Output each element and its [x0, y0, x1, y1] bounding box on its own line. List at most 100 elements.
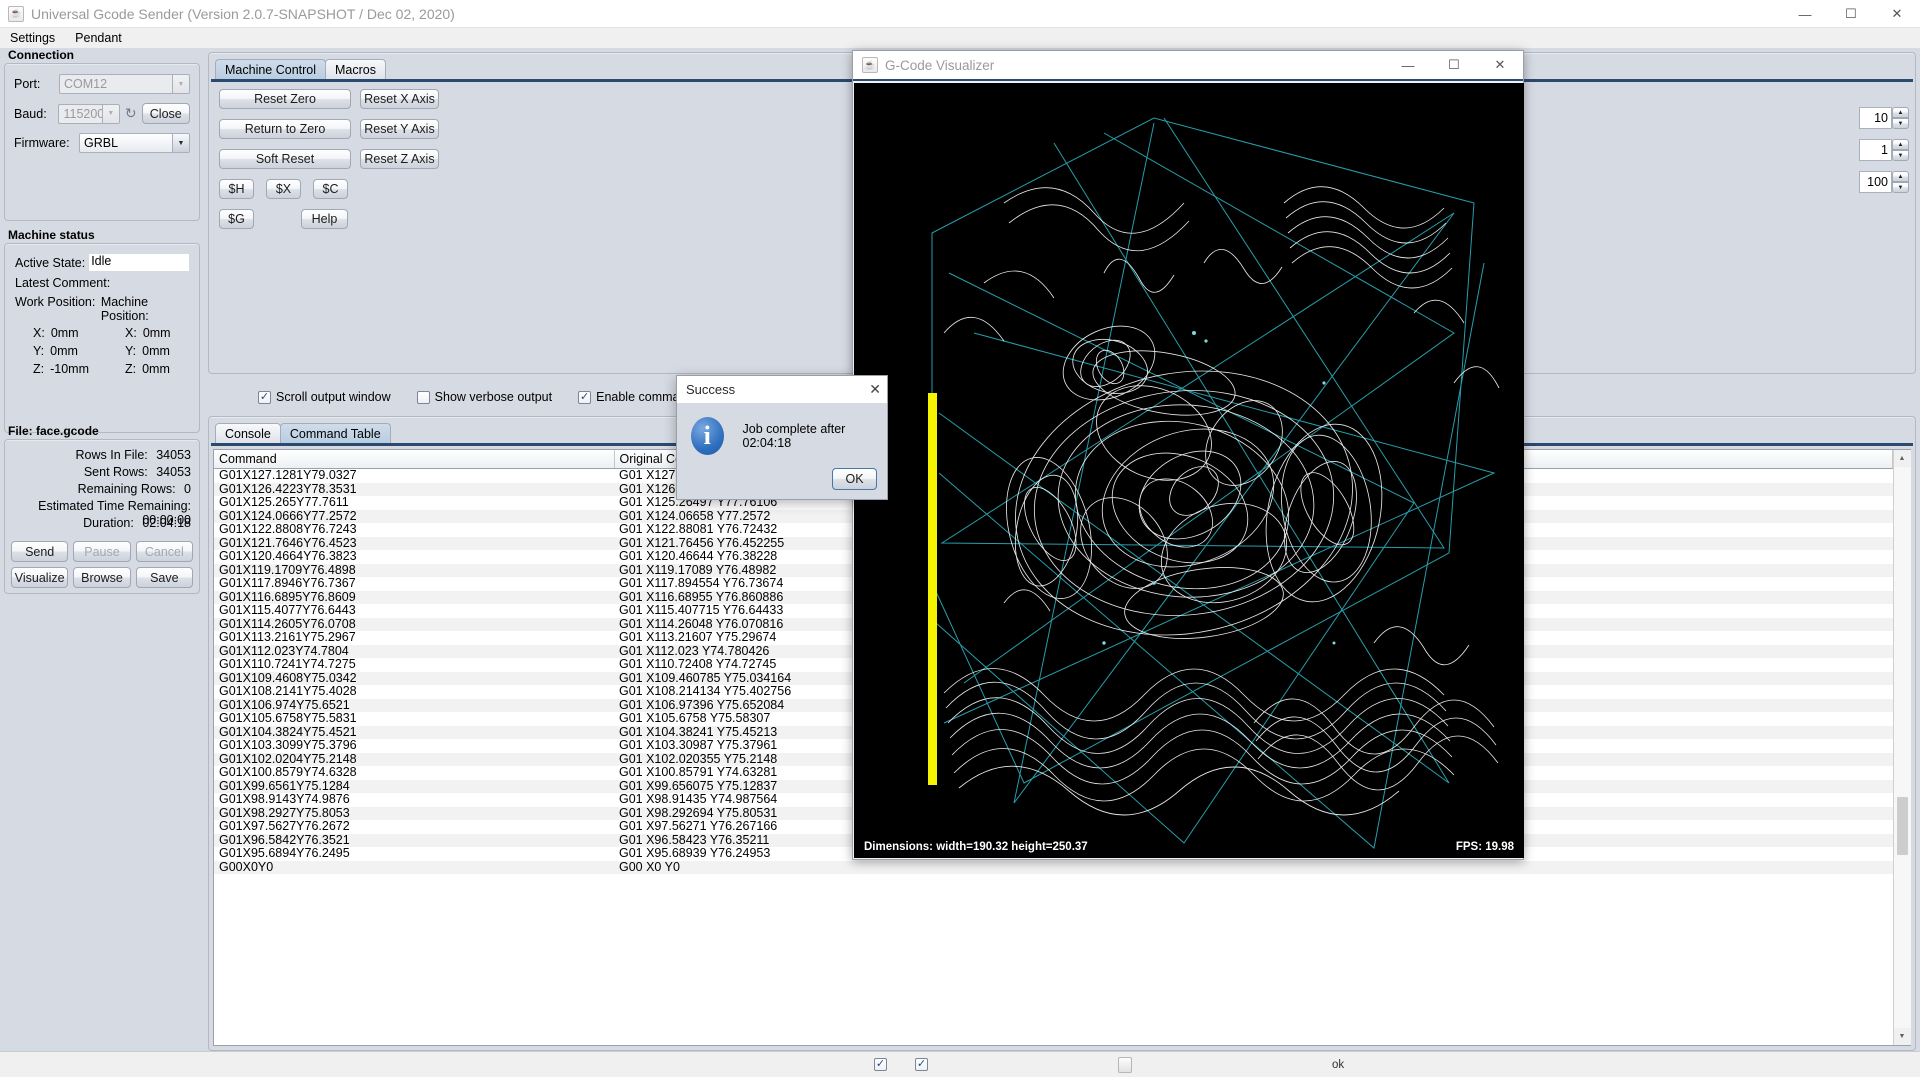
visualizer-minimize-icon[interactable]: — — [1385, 51, 1431, 79]
refresh-icon[interactable]: ↻ — [120, 105, 142, 122]
chevron-down-icon: ▼ — [172, 75, 189, 93]
machine-axis-y: Y: 0mm — [125, 344, 171, 362]
chevron-up-icon[interactable]: ▲ — [1892, 139, 1909, 150]
visualize-button[interactable]: Visualize — [11, 567, 69, 588]
cell-command: G01X117.8946Y76.7367 — [214, 577, 614, 591]
spinner-3-value[interactable]: 100 — [1859, 171, 1892, 193]
spinner-1-value[interactable]: 10 — [1859, 107, 1892, 129]
checkbox-icon[interactable]: ✓ — [578, 390, 592, 404]
checkbox-scroll-output-window[interactable]: ✓ Scroll output window — [258, 390, 391, 404]
return-to-zero-button[interactable]: Return to Zero — [219, 119, 351, 139]
spinner-1-arrows[interactable]: ▲ ▼ — [1892, 107, 1909, 129]
reset-z-axis-button[interactable]: Reset Z Axis — [360, 149, 439, 169]
send-button[interactable]: Send — [11, 541, 69, 562]
success-dialog-titlebar: Success ✕ — [677, 376, 887, 403]
axis-value: 0mm — [50, 326, 79, 340]
window-title: Universal Gcode Sender (Version 2.0.7-SN… — [31, 5, 455, 22]
help-button[interactable]: Help — [301, 209, 348, 229]
unlock-command-button[interactable]: $X — [266, 179, 301, 199]
file-title: File: face.gcode — [8, 424, 99, 438]
firmware-combo[interactable]: GRBL ▼ — [79, 133, 190, 153]
bottom-checkbox-1[interactable]: ✓ — [874, 1058, 887, 1071]
checkbox-icon[interactable] — [416, 390, 430, 404]
scrollbar-thumb[interactable] — [1896, 797, 1908, 855]
tab-console[interactable]: Console — [215, 423, 281, 443]
chevron-up-icon[interactable]: ▲ — [1893, 450, 1911, 467]
chevron-down-icon[interactable]: ▼ — [1892, 118, 1909, 129]
spinner-3-arrows[interactable]: ▲ ▼ — [1892, 171, 1909, 193]
window-titlebar: ☕ Universal Gcode Sender (Version 2.0.7-… — [0, 0, 1920, 28]
check-mode-command-button[interactable]: $C — [313, 179, 348, 199]
macro-row-1: $H $X $C — [219, 179, 439, 199]
save-button[interactable]: Save — [135, 567, 193, 588]
minimize-icon[interactable]: — — [1782, 0, 1828, 28]
success-dialog: Success ✕ i Job complete after 02:04:18 … — [676, 375, 888, 500]
stat-value: 34053 — [156, 448, 191, 462]
visualizer-canvas[interactable]: Dimensions: width=190.32 height=250.37 F… — [854, 83, 1524, 858]
bottom-checkbox-2[interactable]: ✓ — [915, 1058, 928, 1071]
chevron-down-icon[interactable]: ▼ — [1892, 150, 1909, 161]
scrollbar-track[interactable] — [1893, 467, 1911, 1028]
tab-macros[interactable]: Macros — [325, 59, 386, 79]
column-header-command[interactable]: Command — [214, 450, 615, 469]
home-command-button[interactable]: $H — [219, 179, 254, 199]
cell-command: G01X96.5842Y76.3521 — [214, 833, 614, 847]
cell-command: G01X110.7241Y74.7275 — [214, 658, 614, 672]
checkbox-icon[interactable]: ✓ — [258, 390, 271, 404]
cell-command: G01X119.1709Y76.4898 — [214, 563, 614, 577]
file-stats: Rows In File: 34053 Sent Rows: 34053 Rem… — [11, 448, 193, 533]
checkbox-show-verbose-output[interactable]: Show verbose output — [416, 390, 552, 404]
visualizer-maximize-icon[interactable]: ☐ — [1431, 51, 1477, 79]
cell-command: G01X114.2605Y76.0708 — [214, 617, 614, 631]
file-buttons-row: Visualize Browse Save — [11, 567, 193, 588]
spinner-2-arrows[interactable]: ▲ ▼ — [1892, 139, 1909, 161]
tab-command-table[interactable]: Command Table — [279, 423, 391, 443]
chevron-down-icon: ▼ — [101, 104, 119, 123]
spinner-2[interactable]: 1 ▲ ▼ — [1859, 139, 1909, 161]
control-row-3: Soft Reset Reset Z Axis — [219, 149, 439, 169]
checkbox-label: Scroll output window — [276, 390, 391, 404]
stat-rows-in-file: Rows In File: 34053 — [11, 448, 192, 465]
reset-zero-button[interactable]: Reset Zero — [219, 89, 351, 109]
close-icon[interactable]: ✕ — [869, 381, 881, 398]
menu-settings[interactable]: Settings — [7, 30, 58, 46]
baud-combo[interactable]: 115200 ▼ — [58, 103, 120, 124]
axis-value: 0mm — [142, 362, 170, 376]
stat-sent-rows: Sent Rows: 34053 — [11, 465, 191, 482]
visualizer-app-icon: ☕ — [862, 57, 878, 73]
chevron-down-icon[interactable]: ▼ — [1892, 182, 1909, 193]
bottom-slider-thumb[interactable] — [1118, 1056, 1132, 1073]
reset-x-axis-button[interactable]: Reset X Axis — [360, 89, 439, 109]
ok-button[interactable]: OK — [832, 468, 877, 490]
spinner-1[interactable]: 10 ▲ ▼ — [1859, 107, 1909, 129]
close-icon[interactable]: ✕ — [1874, 0, 1920, 28]
firmware-value: GRBL — [84, 136, 119, 150]
maximize-icon[interactable]: ☐ — [1828, 0, 1874, 28]
cell-original-command: G00 X0 Y0 — [614, 860, 1893, 874]
table-row[interactable]: G00X0Y0 G00 X0 Y0 — [214, 860, 1893, 874]
browse-button[interactable]: Browse — [73, 567, 131, 588]
port-combo[interactable]: COM12 ▼ — [59, 74, 190, 94]
info-icon: i — [691, 417, 724, 455]
close-connection-button[interactable]: Close — [141, 103, 190, 124]
command-table-scrollbar[interactable]: ▲ ▼ — [1893, 450, 1911, 1045]
axis-value: -10mm — [50, 362, 90, 376]
tab-machine-control[interactable]: Machine Control — [215, 59, 327, 79]
gcode-state-command-button[interactable]: $G — [219, 209, 254, 229]
visualizer-dimensions: Dimensions: width=190.32 height=250.37 — [864, 841, 1088, 853]
visualizer-close-icon[interactable]: ✕ — [1477, 51, 1523, 79]
menubar: Settings Pendant — [0, 28, 1920, 48]
cell-command: G01X98.9143Y74.9876 — [214, 793, 614, 807]
chevron-up-icon[interactable]: ▲ — [1892, 107, 1909, 118]
chevron-down-icon[interactable]: ▼ — [1893, 1028, 1911, 1045]
spinner-3[interactable]: 100 ▲ ▼ — [1859, 171, 1909, 193]
cell-command: G01X109.4608Y75.0342 — [214, 671, 614, 685]
cell-command: G01X127.1281Y79.0327 — [214, 468, 614, 483]
reset-y-axis-button[interactable]: Reset Y Axis — [360, 119, 439, 139]
chevron-up-icon[interactable]: ▲ — [1892, 171, 1909, 182]
axis-value: 0mm — [50, 344, 78, 358]
soft-reset-button[interactable]: Soft Reset — [219, 149, 351, 169]
spinner-2-value[interactable]: 1 — [1859, 139, 1892, 161]
menu-pendant[interactable]: Pendant — [72, 30, 125, 46]
machine-status-title: Machine status — [8, 228, 95, 242]
